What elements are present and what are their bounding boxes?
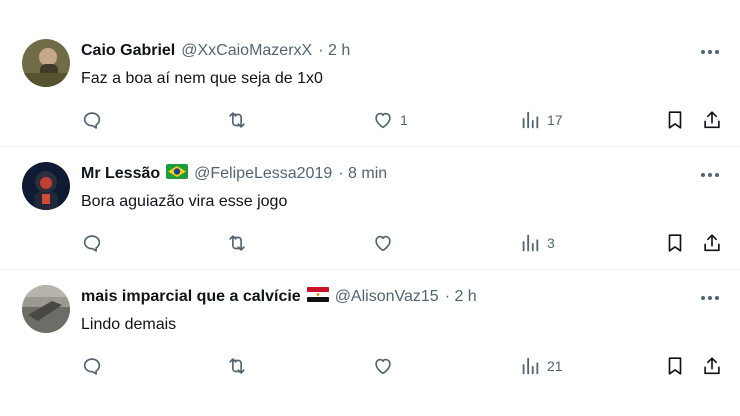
more-options-icon[interactable] — [698, 41, 722, 63]
like-count: 1 — [400, 112, 408, 128]
avatar[interactable] — [22, 39, 70, 87]
heart-icon — [375, 112, 391, 129]
views-button[interactable]: 3 — [519, 230, 555, 256]
tweet-header: Caio Gabriel @XxCaioMazerxX · 2 h — [81, 40, 350, 62]
handle[interactable]: @XxCaioMazerxX — [181, 42, 312, 60]
reply-icon — [83, 112, 101, 129]
tweet-text: Bora aguiazão vira esse jogo — [81, 193, 288, 210]
share-icon — [704, 111, 720, 129]
more-options-icon[interactable] — [698, 164, 722, 186]
like-button[interactable] — [372, 230, 394, 256]
bookmark-icon — [668, 234, 682, 252]
tweet[interactable]: Caio Gabriel @XxCaioMazerxX · 2 h Faz a … — [0, 24, 740, 147]
view-count: 21 — [547, 358, 563, 374]
more-options-icon[interactable] — [698, 287, 722, 309]
reply-button[interactable] — [81, 107, 103, 133]
views-button[interactable]: 17 — [519, 107, 563, 133]
tweet[interactable]: Mr Lessão @FelipeLessa2019 · 8 min Bora … — [0, 147, 740, 270]
avatar[interactable] — [22, 162, 70, 210]
reply-feed: Caio Gabriel @XxCaioMazerxX · 2 h Faz a … — [0, 24, 740, 392]
bookmark-button[interactable] — [664, 230, 686, 256]
retweet-button[interactable] — [226, 107, 248, 133]
retweet-icon — [229, 235, 245, 251]
retweet-icon — [229, 112, 245, 128]
bookmark-button[interactable] — [664, 353, 686, 379]
heart-icon — [375, 235, 391, 252]
share-button[interactable] — [701, 353, 723, 379]
tweet-text: Lindo demais — [81, 316, 177, 333]
views-icon — [522, 111, 539, 129]
views-icon — [522, 357, 539, 375]
view-count: 3 — [547, 235, 555, 251]
brazil-flag-icon — [166, 164, 189, 184]
views-button[interactable]: 21 — [519, 353, 563, 379]
action-bar: 1 17 — [0, 107, 740, 133]
tweet[interactable]: mais imparcial que a calvície @AlisonVaz… — [0, 270, 740, 392]
action-bar: 21 — [0, 353, 740, 379]
tweet-header: mais imparcial que a calvície @AlisonVaz… — [81, 286, 477, 308]
tweet-text: Faz a boa aí nem que seja de 1x0 — [81, 70, 323, 87]
retweet-button[interactable] — [226, 230, 248, 256]
share-button[interactable] — [701, 107, 723, 133]
views-icon — [522, 234, 539, 252]
bookmark-icon — [668, 357, 682, 375]
action-bar: 3 — [0, 230, 740, 256]
handle[interactable]: @AlisonVaz15 — [335, 288, 439, 306]
bookmark-button[interactable] — [664, 107, 686, 133]
bookmark-icon — [668, 111, 682, 129]
timestamp[interactable]: · 2 h — [445, 288, 477, 306]
share-icon — [704, 357, 720, 375]
timestamp[interactable]: · 8 min — [338, 165, 387, 183]
reply-button[interactable] — [81, 353, 103, 379]
heart-icon — [375, 358, 391, 375]
retweet-button[interactable] — [226, 353, 248, 379]
egypt-flag-icon — [306, 287, 329, 307]
display-name[interactable]: mais imparcial que a calvície — [81, 288, 301, 306]
view-count: 17 — [547, 112, 563, 128]
avatar[interactable] — [22, 285, 70, 333]
tweet-header: Mr Lessão @FelipeLessa2019 · 8 min — [81, 163, 387, 185]
timestamp[interactable]: · 2 h — [318, 42, 350, 60]
handle[interactable]: @FelipeLessa2019 — [194, 165, 332, 183]
reply-button[interactable] — [81, 230, 103, 256]
reply-icon — [83, 358, 101, 375]
display-name[interactable]: Caio Gabriel — [81, 42, 175, 60]
display-name[interactable]: Mr Lessão — [81, 165, 160, 183]
reply-icon — [83, 235, 101, 252]
share-button[interactable] — [701, 230, 723, 256]
retweet-icon — [229, 358, 245, 374]
share-icon — [704, 234, 720, 252]
like-button[interactable]: 1 — [372, 107, 408, 133]
like-button[interactable] — [372, 353, 394, 379]
